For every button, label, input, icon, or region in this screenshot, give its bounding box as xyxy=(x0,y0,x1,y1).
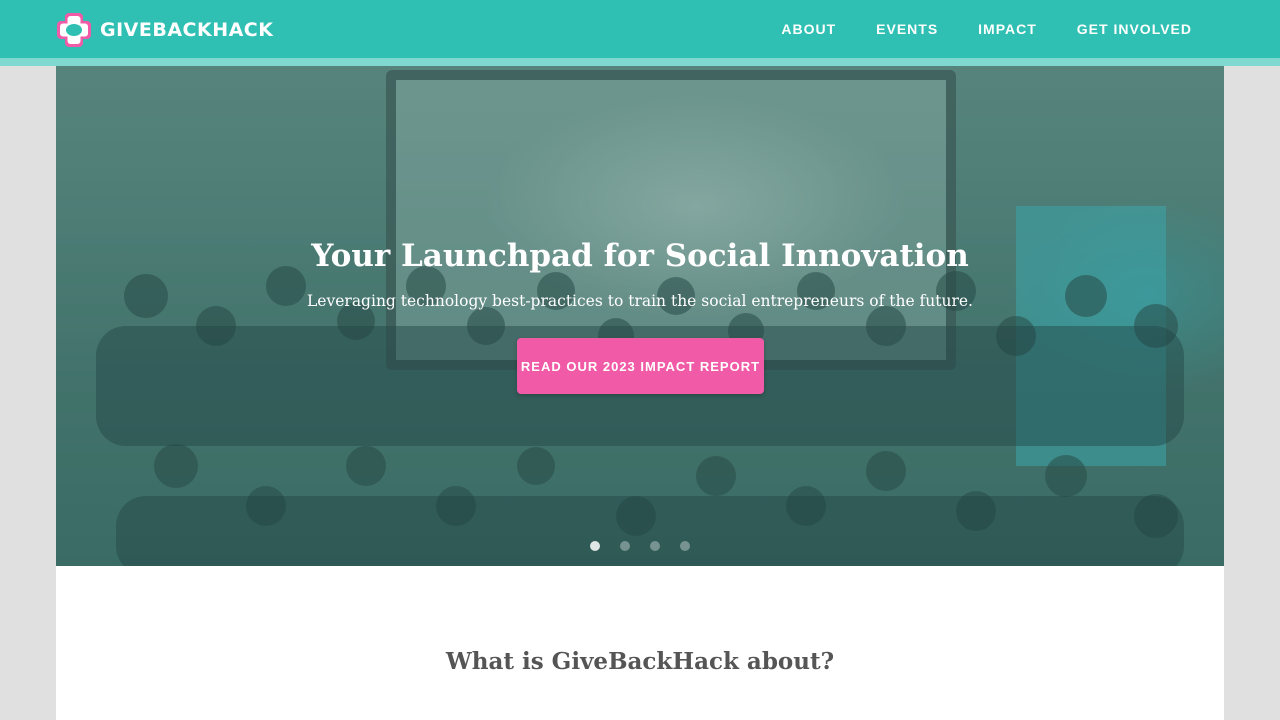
hero-title: Your Launchpad for Social Innovation xyxy=(311,238,969,274)
hero-carousel: Your Launchpad for Social Innovation Lev… xyxy=(56,66,1224,566)
nav-about[interactable]: ABOUT xyxy=(781,21,836,37)
nav-events[interactable]: EVENTS xyxy=(876,21,938,37)
carousel-dots xyxy=(590,541,710,551)
carousel-dot-1[interactable] xyxy=(590,541,600,551)
about-heading: What is GiveBackHack about? xyxy=(445,648,835,675)
carousel-dot-3[interactable] xyxy=(650,541,660,551)
carousel-dot-2[interactable] xyxy=(620,541,630,551)
brand-name: GIVEBACKHACK xyxy=(100,19,274,41)
hero-content: Your Launchpad for Social Innovation Lev… xyxy=(56,66,1224,566)
impact-report-button[interactable]: READ OUR 2023 IMPACT REPORT xyxy=(517,338,764,394)
about-section: What is GiveBackHack about? xyxy=(56,566,1224,720)
giveback-logo-icon xyxy=(57,13,91,47)
header-stripe xyxy=(0,58,1280,66)
nav-impact[interactable]: IMPACT xyxy=(978,21,1037,37)
nav-get-involved[interactable]: GET INVOLVED xyxy=(1077,21,1192,37)
hero-subtitle: Leveraging technology best-practices to … xyxy=(307,292,973,310)
carousel-dot-4[interactable] xyxy=(680,541,690,551)
site-logo[interactable]: GIVEBACKHACK xyxy=(56,12,273,48)
main-nav: ABOUT EVENTS IMPACT GET INVOLVED xyxy=(741,0,1192,58)
